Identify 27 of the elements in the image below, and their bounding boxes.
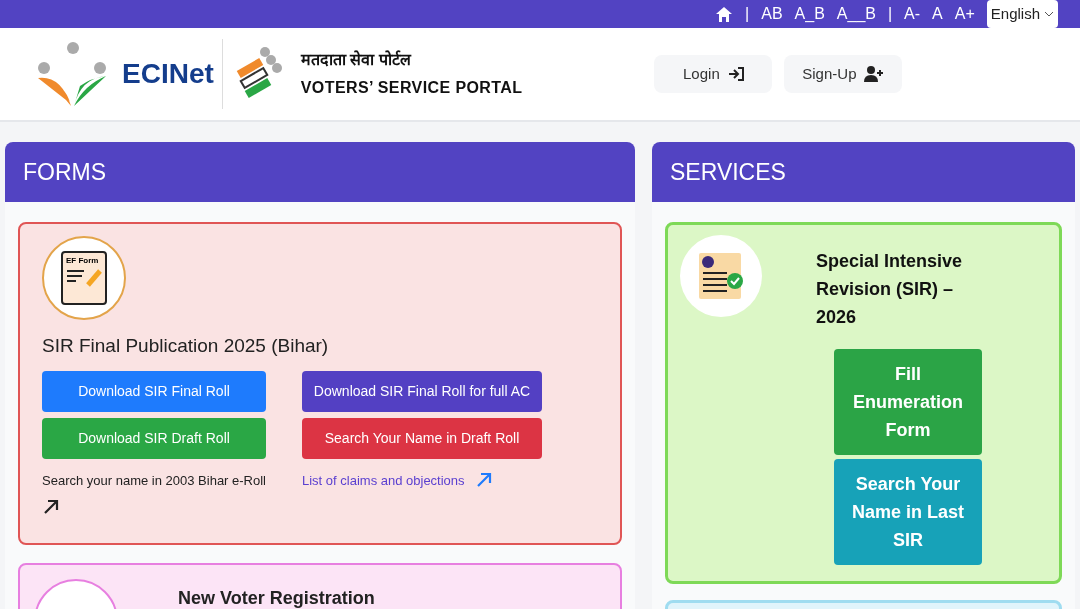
language-select[interactable]: English — [986, 0, 1058, 28]
text-spacing-option[interactable]: AB — [761, 2, 783, 26]
separator: | — [887, 4, 893, 24]
link[interactable]: Search your name in 2003 Bihar e-Roll — [42, 470, 266, 516]
font-size-option[interactable]: A+ — [954, 2, 975, 26]
sign-up-button[interactable]: Sign-Up — [784, 55, 903, 93]
link-text: List of claims and objections — [302, 471, 465, 490]
portal-title: VOTERS’ SERVICE PORTAL — [300, 78, 523, 98]
link[interactable]: List of claims and objections — [302, 470, 542, 490]
download-button[interactable]: Download SIR Final Roll for full AC — [302, 370, 542, 412]
login-button[interactable]: Login — [654, 55, 773, 93]
card-title: Special Intensive Revision (SIR) – 2026 — [816, 250, 964, 329]
logo-text: ECINet — [122, 57, 214, 91]
portal-title-hindi: मतदाता सेवा पोर्टल — [300, 49, 413, 70]
download-button[interactable]: Download SIR Final Roll — [42, 370, 266, 412]
link-text: Search your name in 2003 Bihar e-Roll — [42, 471, 266, 490]
card-title: New Voter Registration — [178, 587, 375, 609]
text-spacing-option[interactable]: A_B — [794, 2, 825, 26]
panel-title: SERVICES — [670, 157, 786, 187]
separator: | — [745, 4, 750, 24]
download-button[interactable]: Search Your Name in Draft Roll — [302, 417, 542, 459]
card-title: SIR Final Publication 2025 (Bihar) — [42, 334, 330, 358]
icon-label: EF Form — [66, 257, 99, 265]
font-size-option[interactable]: A- — [904, 2, 921, 26]
font-size-option[interactable]: A — [932, 2, 943, 26]
panel-title: FORMS — [23, 157, 107, 187]
text-spacing-option[interactable]: A__B — [836, 2, 876, 26]
